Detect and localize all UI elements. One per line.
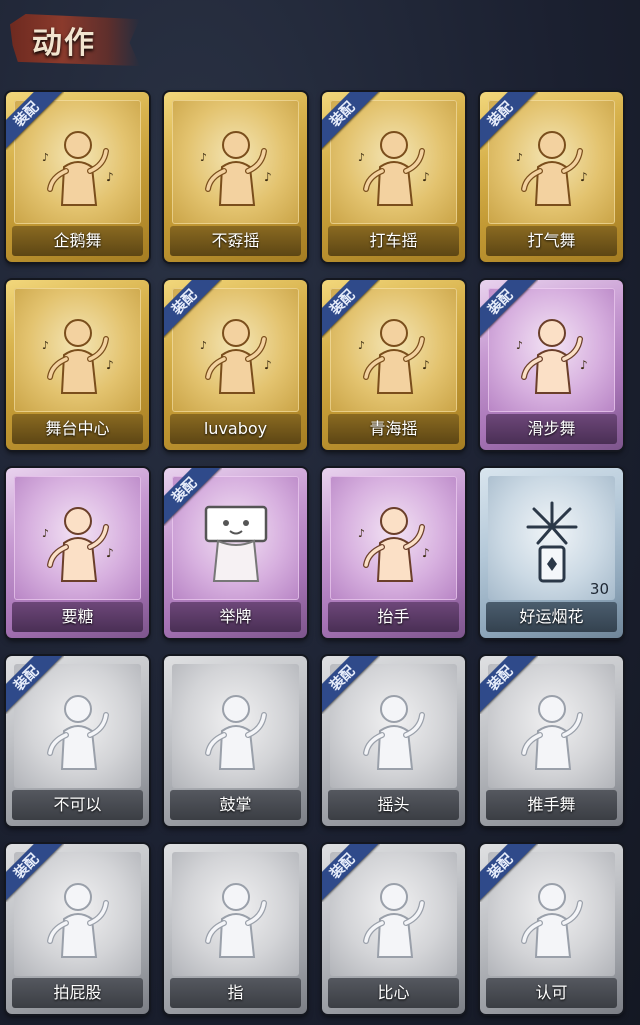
emote-name: 好运烟花 (519, 607, 584, 626)
emote-card[interactable]: 指 (164, 844, 307, 1014)
emote-name: 摇头 (377, 795, 410, 814)
svg-text:♪: ♪ (200, 151, 207, 164)
equipped-badge: 装配 (6, 844, 64, 902)
ask-candy-icon: ♪ ♪ (6, 492, 149, 592)
emote-name: 认可 (535, 983, 568, 1002)
equipped-label: 装配 (327, 663, 359, 695)
equipped-label: 装配 (327, 851, 359, 883)
emote-card[interactable]: 鼓掌 (164, 656, 307, 826)
svg-text:♪: ♪ (42, 339, 49, 352)
equipped-label: 装配 (485, 851, 517, 883)
equipped-badge: 装配 (6, 92, 64, 150)
emote-card[interactable]: ♪ ♪ 不孬摇 (164, 92, 307, 262)
svg-text:♪: ♪ (422, 170, 430, 184)
item-count: 30 (589, 580, 609, 598)
svg-text:♪: ♪ (580, 170, 588, 184)
header: 动作 (0, 0, 640, 78)
emote-card[interactable]: ♪ ♪ 抬手 (322, 468, 465, 638)
emote-name: luvaboy (203, 419, 268, 438)
emote-card[interactable]: 举牌 装配 (164, 468, 307, 638)
emote-card[interactable]: 认可 装配 (480, 844, 623, 1014)
emote-card[interactable]: ♪ ♪ 滑步舞 装配 (480, 280, 623, 450)
svg-text:♪: ♪ (106, 170, 114, 184)
svg-text:♪: ♪ (264, 358, 272, 372)
equipped-label: 装配 (485, 287, 517, 319)
emote-card[interactable]: 不可以 装配 (6, 656, 149, 826)
emote-name: 比心 (377, 983, 410, 1002)
equipped-label: 装配 (11, 663, 43, 695)
emote-name: 不可以 (53, 795, 102, 814)
emote-name: 拍屁股 (53, 983, 102, 1002)
equipped-label: 装配 (485, 663, 517, 695)
svg-text:♪: ♪ (264, 170, 272, 184)
svg-text:♪: ♪ (358, 527, 365, 540)
point-icon (164, 868, 307, 968)
svg-text:♪: ♪ (42, 527, 49, 540)
equipped-badge: 装配 (480, 92, 538, 150)
emote-card[interactable]: ♪ ♪ 要糖 (6, 468, 149, 638)
equipped-badge: 装配 (480, 844, 538, 902)
emote-name: 打车摇 (369, 231, 418, 250)
emote-name: 要糖 (61, 607, 94, 626)
svg-text:♪: ♪ (358, 151, 365, 164)
emote-card[interactable]: 推手舞 装配 (480, 656, 623, 826)
svg-text:♪: ♪ (358, 339, 365, 352)
emote-card[interactable]: 拍屁股 装配 (6, 844, 149, 1014)
equipped-badge: 装配 (322, 92, 380, 150)
svg-text:♪: ♪ (106, 546, 114, 560)
equipped-label: 装配 (327, 287, 359, 319)
svg-text:♪: ♪ (580, 358, 588, 372)
emote-card[interactable]: ♪ ♪ 打车摇 装配 (322, 92, 465, 262)
emote-card[interactable]: ♪ ♪ luvaboy 装配 (164, 280, 307, 450)
emote-card[interactable]: ♪ ♪ 青海摇 装配 (322, 280, 465, 450)
equipped-label: 装配 (11, 99, 43, 131)
equipped-badge: 装配 (164, 468, 222, 526)
svg-text:♪: ♪ (42, 151, 49, 164)
emote-card[interactable]: ♪ ♪ 打气舞 装配 (480, 92, 623, 262)
svg-text:♪: ♪ (516, 339, 523, 352)
emote-name: 鼓掌 (219, 795, 252, 814)
raise-hand-icon: ♪ ♪ (322, 492, 465, 592)
emote-name: 打气舞 (527, 231, 576, 250)
svg-text:♪: ♪ (422, 358, 430, 372)
firework-icon (480, 492, 623, 592)
svg-text:♪: ♪ (422, 546, 430, 560)
emote-card[interactable]: 摇头 装配 (322, 656, 465, 826)
equipped-label: 装配 (169, 287, 201, 319)
emote-card[interactable]: 30 好运烟花 (480, 468, 623, 638)
emote-name: 企鹅舞 (53, 231, 102, 250)
emote-name: 青海摇 (369, 419, 418, 438)
equipped-label: 装配 (11, 851, 43, 883)
emote-name: 不孬摇 (211, 231, 260, 250)
equipped-badge: 装配 (480, 656, 538, 714)
equipped-label: 装配 (169, 475, 201, 507)
equipped-badge: 装配 (6, 656, 64, 714)
equipped-label: 装配 (327, 99, 359, 131)
dance-music-icon: ♪ ♪ (164, 116, 307, 216)
emote-card[interactable]: ♪ ♪ 企鹅舞 装配 (6, 92, 149, 262)
svg-text:♪: ♪ (516, 151, 523, 164)
emote-name: 滑步舞 (527, 419, 576, 438)
stage-center-icon: ♪ ♪ (6, 304, 149, 404)
equipped-badge: 装配 (322, 280, 380, 338)
svg-text:♪: ♪ (106, 358, 114, 372)
equipped-badge: 装配 (480, 280, 538, 338)
svg-text:♪: ♪ (200, 339, 207, 352)
emote-name: 推手舞 (527, 795, 576, 814)
emote-name: 抬手 (377, 607, 410, 626)
emote-name: 舞台中心 (45, 419, 110, 438)
emote-name: 指 (227, 983, 244, 1002)
emote-name: 举牌 (219, 607, 252, 626)
page-title: 动作 (32, 26, 96, 61)
equipped-badge: 装配 (322, 844, 380, 902)
emote-card[interactable]: 比心 装配 (322, 844, 465, 1014)
clap-icon (164, 680, 307, 780)
equipped-label: 装配 (485, 99, 517, 131)
emote-card[interactable]: ♪ ♪ 舞台中心 (6, 280, 149, 450)
equipped-badge: 装配 (164, 280, 222, 338)
equipped-badge: 装配 (322, 656, 380, 714)
